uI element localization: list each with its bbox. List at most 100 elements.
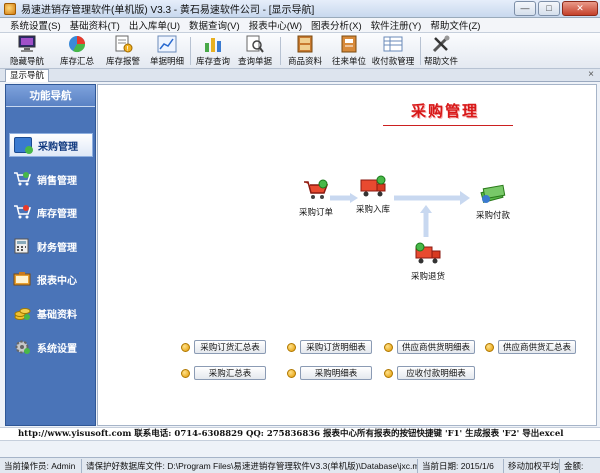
- bullet-icon: [181, 369, 190, 378]
- bullet-icon: [384, 369, 393, 378]
- sidebar-item-label: 财务管理: [37, 242, 77, 254]
- sidebar-item-label: 采购管理: [38, 141, 78, 153]
- report-payables-detail[interactable]: 应收付款明细表: [397, 366, 475, 380]
- sidebar-item-label: 销售管理: [37, 175, 77, 187]
- flow-label: 采购入库: [355, 204, 390, 214]
- tab-show-nav[interactable]: 显示导航: [5, 69, 50, 82]
- function-nav-sidebar: 功能导航 采购管理 销售管理 库存管理 财务管理 报表中心 基础资料 系统设置: [5, 84, 96, 426]
- monitor-icon: [17, 35, 37, 53]
- doc-details-button[interactable]: 单据明细: [148, 35, 186, 68]
- menu-system-settings[interactable]: 系统设置(S): [10, 18, 61, 32]
- stock-summary-label: 库存汇总: [59, 56, 94, 66]
- flow-label: 采购订单: [298, 207, 333, 217]
- page-title: 采购管理: [410, 102, 479, 120]
- menu-bar: 系统设置(S) 基础资料(T) 出入库单(U) 数据查询(V) 报表中心(W) …: [0, 18, 600, 33]
- title-bar: 易速进销存管理软件(单机版) V3.3 - 黄石易速软件公司 - [显示导航] …: [0, 0, 600, 18]
- bullet-icon: [287, 343, 296, 352]
- gear-icon: [13, 339, 31, 355]
- hide-nav-button[interactable]: 隐藏导航: [6, 35, 48, 68]
- payments-button[interactable]: 收付款管理: [370, 35, 416, 68]
- status-amount: 金额:: [564, 460, 584, 471]
- doc-details-label: 单据明细: [149, 56, 184, 66]
- flow-label: 采购付款: [475, 210, 510, 220]
- line-chart-icon: [157, 35, 177, 53]
- status-db-file: 请保护好数据库文件: D:\Program Files\易速进销存管理软件V3.…: [82, 458, 418, 473]
- help-label: 帮助文件: [423, 56, 458, 66]
- title-underline: [383, 125, 513, 126]
- report-purchase-order-summary[interactable]: 采购订货汇总表: [194, 340, 266, 354]
- sidebar-item-sales[interactable]: 销售管理: [9, 167, 93, 191]
- coins-icon: [13, 305, 31, 321]
- stock-query-button[interactable]: 库存查询: [194, 35, 232, 68]
- sidebar-item-label: 报表中心: [37, 275, 77, 287]
- report-supplier-summary[interactable]: 供应商供货汇总表: [498, 340, 576, 354]
- close-button[interactable]: ✕: [562, 1, 598, 16]
- minimize-button[interactable]: —: [514, 1, 536, 16]
- cart-remove-icon: [13, 204, 32, 220]
- bullet-icon: [181, 343, 190, 352]
- window-title: 易速进销存管理软件(单机版) V3.3 - 黄石易速软件公司 - [显示导航]: [21, 5, 315, 16]
- sidebar-item-label: 库存管理: [37, 208, 77, 220]
- tools-icon: [431, 35, 451, 53]
- status-cost-method: 移动加权平均: [504, 458, 560, 473]
- sidebar-item-label: 系统设置: [37, 343, 77, 355]
- menu-registration[interactable]: 软件注册(Y): [371, 18, 422, 32]
- main-panel: 采购管理 采购订单 采购入库 采购付款 采购退货 采购订货汇总表 采购订货明细表…: [97, 84, 597, 426]
- menu-basic-data[interactable]: 基础资料(T): [70, 18, 120, 32]
- cart-add-icon: [302, 178, 330, 202]
- sidebar-item-basic-data[interactable]: 基础资料: [9, 301, 93, 325]
- maximize-button[interactable]: □: [538, 1, 560, 16]
- truck-return-icon: [414, 242, 442, 266]
- tab-bar: 显示导航 ×: [0, 69, 600, 82]
- bullet-icon: [485, 343, 494, 352]
- alert-document-icon: !: [113, 35, 133, 53]
- query-docs-button[interactable]: 查询单据: [236, 35, 274, 68]
- menu-stock-docs[interactable]: 出入库单(U): [129, 18, 180, 32]
- status-operator: 当前操作员: Admin: [0, 458, 82, 473]
- contacts-book-icon: [339, 35, 359, 53]
- sidebar-item-purchase[interactable]: 采购管理: [9, 133, 93, 157]
- menu-help[interactable]: 帮助文件(Z): [430, 18, 480, 32]
- tab-close-icon[interactable]: ×: [588, 69, 594, 80]
- ledger-icon: [383, 35, 403, 53]
- svg-text:!: !: [127, 47, 129, 53]
- stock-alert-button[interactable]: ! 库存报警: [104, 35, 142, 68]
- sidebar-item-label: 基础资料: [37, 309, 77, 321]
- search-document-icon: [245, 35, 265, 53]
- pie-chart-icon: [67, 35, 87, 53]
- report-purchase-order-detail[interactable]: 采购订货明细表: [300, 340, 372, 354]
- report-purchase-detail[interactable]: 采购明细表: [300, 366, 372, 380]
- partners-button[interactable]: 往来单位: [330, 35, 368, 68]
- flow-purchase-return[interactable]: 采购退货: [398, 242, 458, 282]
- bar-chart-icon: [203, 35, 223, 53]
- flow-purchase-order[interactable]: 采购订单: [286, 178, 346, 218]
- hide-nav-label: 隐藏导航: [9, 56, 44, 66]
- product-info-button[interactable]: 商品资料: [286, 35, 324, 68]
- money-stack-icon: [479, 181, 507, 205]
- menu-chart-analysis[interactable]: 图表分析(X): [311, 18, 362, 32]
- info-ticker: http://www.yisusoft.com 联系电话: 0714-63088…: [0, 427, 600, 441]
- cabinet-icon: [295, 35, 315, 53]
- flow-purchase-inbound[interactable]: 采购入库: [343, 175, 403, 215]
- report-supplier-detail[interactable]: 供应商供货明细表: [397, 340, 475, 354]
- partners-label: 往来单位: [331, 56, 366, 66]
- help-button[interactable]: 帮助文件: [422, 35, 460, 68]
- purchase-icon: [14, 137, 33, 154]
- status-bar: 当前操作员: Admin 请保护好数据库文件: D:\Program Files…: [0, 457, 600, 473]
- report-purchase-summary[interactable]: 采购汇总表: [194, 366, 266, 380]
- sidebar-item-inventory[interactable]: 库存管理: [9, 200, 93, 224]
- flow-purchase-payment[interactable]: 采购付款: [463, 181, 523, 221]
- truck-icon: [359, 175, 387, 199]
- payments-label: 收付款管理: [371, 56, 415, 66]
- menu-data-query[interactable]: 数据查询(V): [189, 18, 240, 32]
- toolbar: 隐藏导航 库存汇总 ! 库存报警 单据明细 库存查询 查询单据 商品资料 往来单…: [0, 33, 600, 69]
- sidebar-item-finance[interactable]: 财务管理: [9, 234, 93, 258]
- sidebar-item-system-settings[interactable]: 系统设置: [9, 335, 93, 359]
- sidebar-item-reports[interactable]: 报表中心: [9, 267, 93, 291]
- query-docs-label: 查询单据: [237, 56, 272, 66]
- product-info-label: 商品资料: [287, 56, 322, 66]
- menu-report-center[interactable]: 报表中心(W): [249, 18, 302, 32]
- app-icon: [4, 2, 16, 15]
- stock-summary-button[interactable]: 库存汇总: [58, 35, 96, 68]
- bullet-icon: [287, 369, 296, 378]
